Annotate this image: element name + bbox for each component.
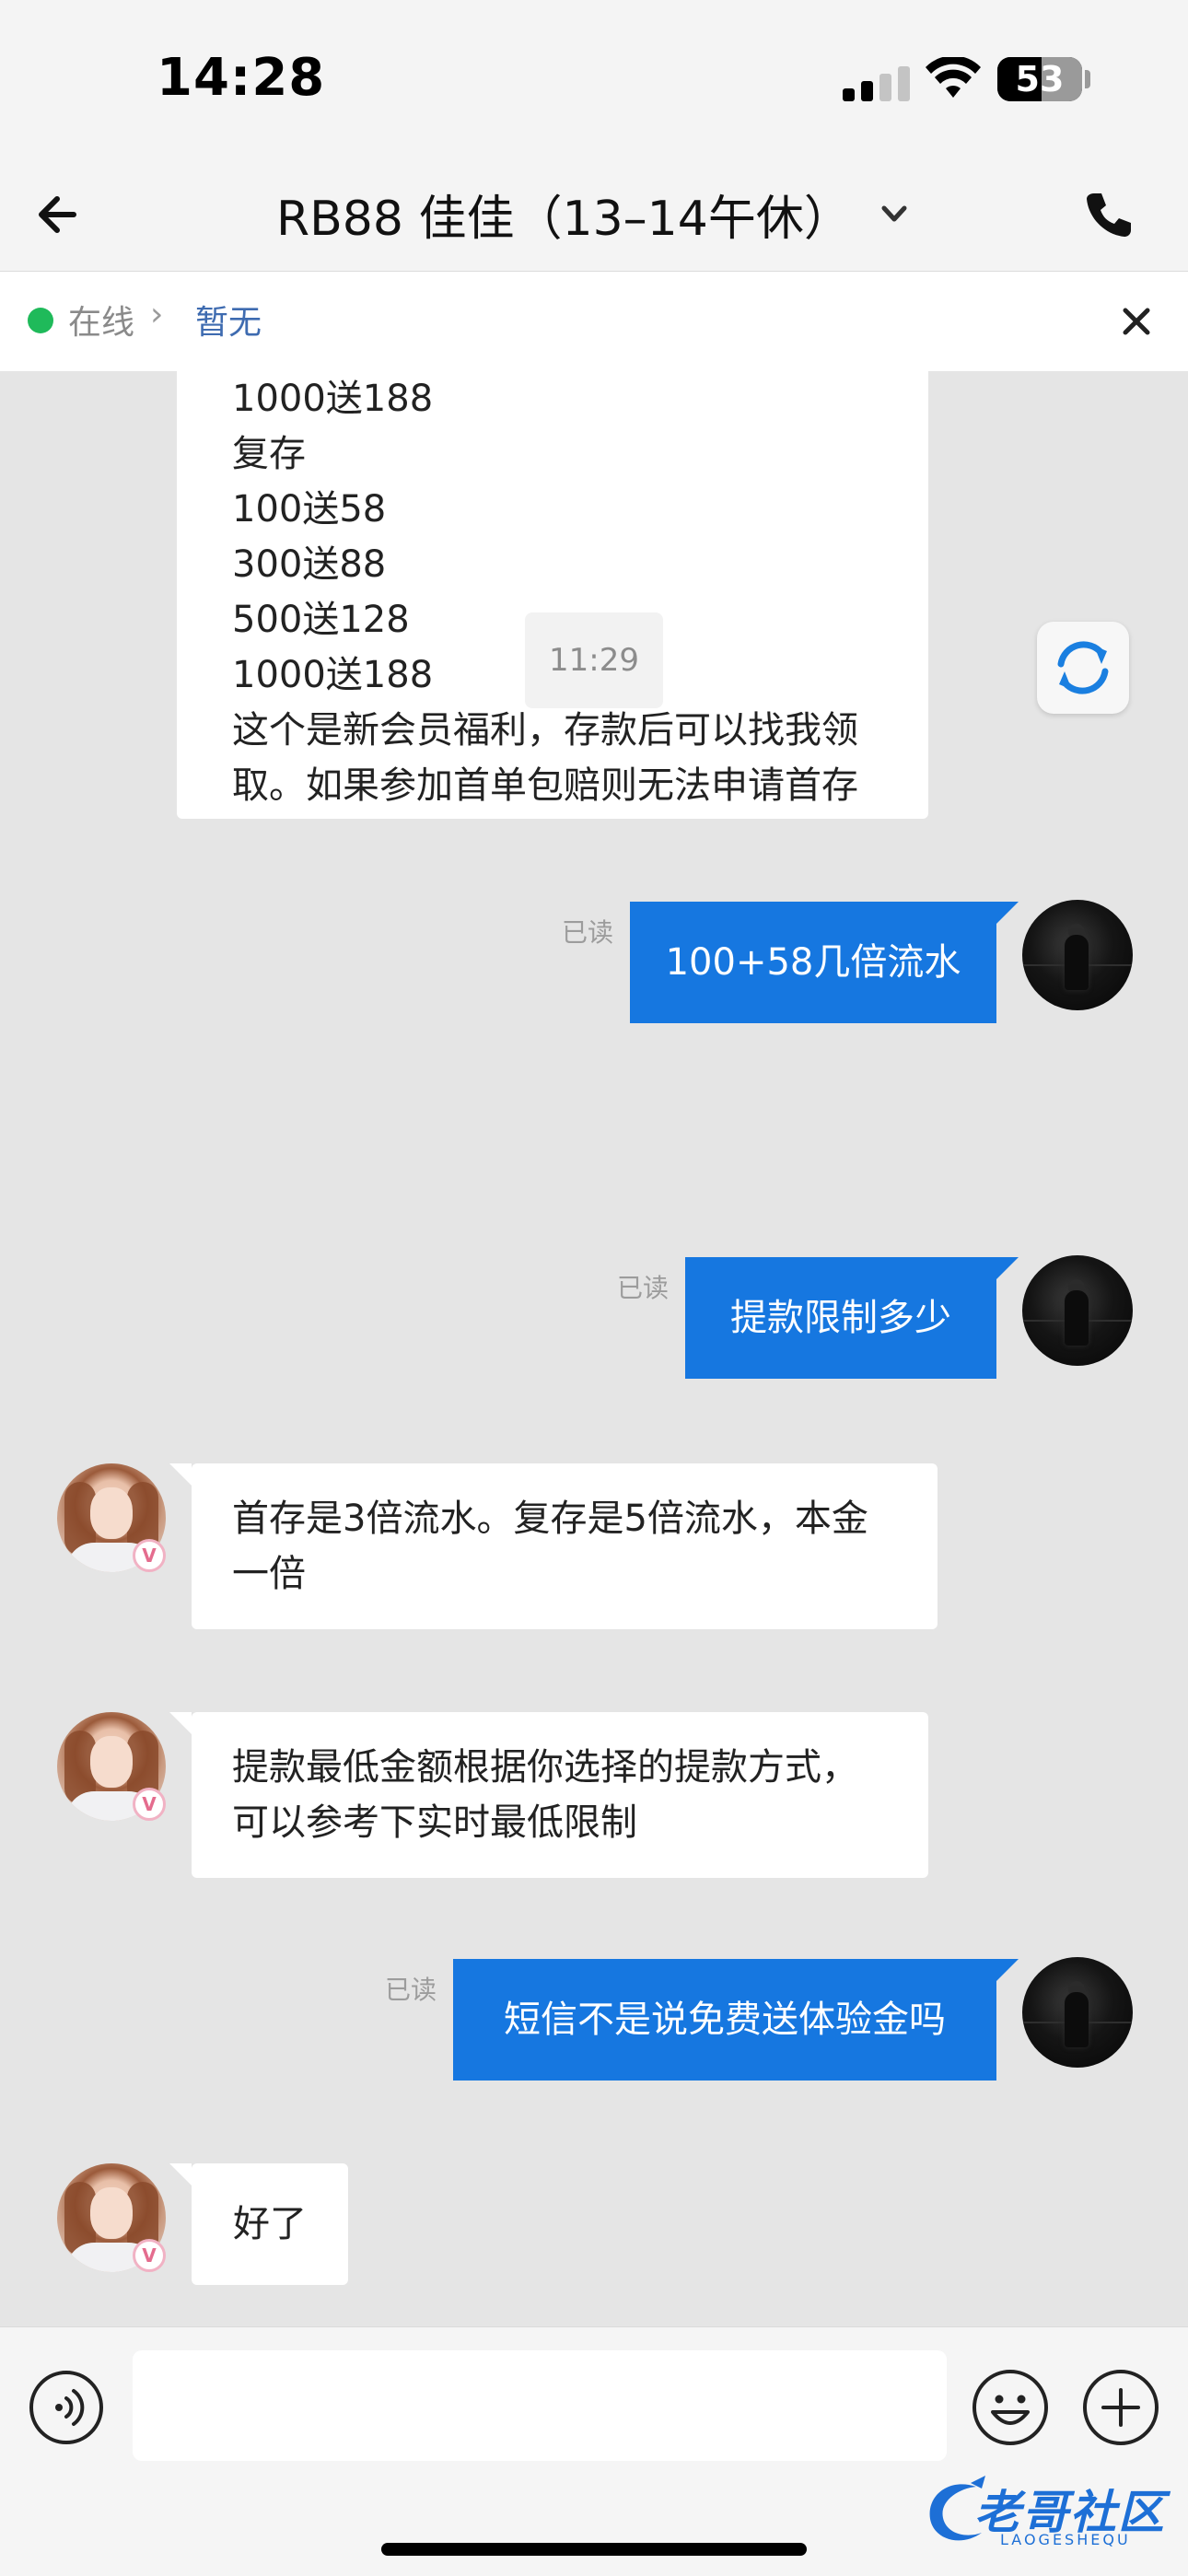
refresh-icon [1057, 641, 1109, 694]
cellular-signal-icon [843, 64, 916, 101]
outgoing-message[interactable]: 100+58几倍流水 [630, 902, 996, 1023]
verified-badge-icon: V [133, 1539, 166, 1572]
online-status-label: 在线 [68, 304, 135, 342]
battery-level: 53 [1015, 59, 1065, 99]
message-line: 100送58 [232, 488, 387, 530]
read-receipt: 已读 [562, 917, 614, 948]
chat-title: RB88 佳佳（13–14午休） [276, 191, 852, 247]
battery-tip [1085, 70, 1090, 88]
queue-status-link[interactable]: 暂无 [195, 296, 262, 344]
incoming-message[interactable]: 好了 [192, 2163, 348, 2285]
refresh-button[interactable] [1037, 622, 1129, 714]
bubble-tail [996, 1257, 1019, 1279]
online-status-dot [28, 308, 53, 333]
phone-icon[interactable] [1077, 184, 1138, 245]
message-line: 取。如果参加首单包赔则无法申请首存 [232, 764, 858, 807]
status-info-bar: 在线 › 暂无 [0, 272, 1188, 371]
chevron-down-icon [881, 205, 907, 222]
home-indicator [381, 2543, 807, 2556]
message-line: 一倍 [232, 1553, 306, 1595]
user-avatar[interactable] [1022, 1957, 1133, 2068]
chat-message-list[interactable]: 1000送188 复存 100送58 300送88 500送128 1000送1… [0, 371, 1188, 2326]
user-avatar[interactable] [1022, 1255, 1133, 1366]
time-divider: 11:29 [525, 612, 663, 708]
verified-badge-icon: V [133, 1788, 166, 1821]
watermark-logo: 老哥社区 LAOGESHEQU [921, 2468, 1179, 2560]
message-line: 首存是3倍流水。复存是5倍流水，本金 [232, 1498, 868, 1540]
message-line: 这个是新会员福利，存款后可以找我领 [232, 709, 858, 752]
battery-icon: 53 [997, 57, 1082, 101]
message-line: 提款最低金额根据你选择的提款方式， [232, 1746, 858, 1789]
incoming-message[interactable]: 1000送188 复存 100送58 300送88 500送128 1000送1… [177, 371, 928, 819]
incoming-message[interactable]: 提款最低金额根据你选择的提款方式， 可以参考下实时最低限制 [192, 1712, 928, 1878]
emoji-icon[interactable] [971, 2368, 1050, 2447]
message-line: 300送88 [232, 543, 387, 586]
message-line: 1000送188 [232, 378, 434, 420]
status-time: 14:28 [157, 48, 326, 108]
chat-header: RB88 佳佳（13–14午休） [0, 157, 1188, 272]
back-arrow-icon[interactable] [26, 182, 90, 247]
outgoing-message[interactable]: 短信不是说免费送体验金吗 [453, 1959, 996, 2081]
close-icon[interactable] [1112, 297, 1160, 345]
watermark-subtext: LAOGESHEQU [1000, 2531, 1131, 2548]
bubble-tail [996, 1959, 1019, 1981]
read-receipt: 已读 [385, 1975, 437, 2005]
wifi-icon [926, 57, 981, 98]
voice-icon[interactable] [28, 2369, 105, 2446]
verified-badge-icon: V [133, 2239, 166, 2272]
bubble-tail [169, 1712, 192, 1734]
chat-title-dropdown[interactable]: RB88 佳佳（13–14午休） [276, 177, 913, 251]
bubble-tail [169, 2163, 192, 2186]
incoming-message[interactable]: 首存是3倍流水。复存是5倍流水，本金 一倍 [192, 1463, 938, 1629]
plus-icon[interactable] [1081, 2368, 1160, 2447]
message-line: 可以参考下实时最低限制 [232, 1801, 637, 1844]
user-avatar[interactable] [1022, 900, 1133, 1010]
chevron-right-icon: › [150, 296, 164, 333]
bubble-tail [169, 1463, 192, 1486]
outgoing-message[interactable]: 提款限制多少 [685, 1257, 996, 1379]
status-bar: 14:28 53 [0, 0, 1188, 157]
bubble-tail [996, 902, 1019, 924]
read-receipt: 已读 [617, 1273, 670, 1303]
message-line: 复存 [232, 433, 306, 475]
message-text-input[interactable] [133, 2350, 947, 2461]
